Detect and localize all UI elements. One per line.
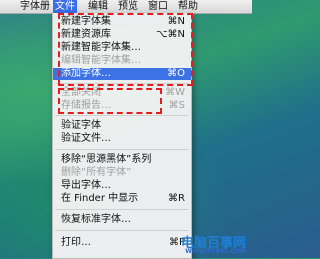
menu-item-restore-standard-fonts[interactable]: 恢复标准字体…	[53, 214, 191, 226]
menu-item-edit-smart-collection: 编辑智能字体集…	[53, 55, 191, 67]
menu-window[interactable]: 窗口	[146, 0, 170, 13]
menu-item-label: 恢复标准字体…	[61, 214, 131, 225]
menu-item-label: 新建字体集	[61, 16, 111, 27]
menu-item-close-all: 全部关闭 ⌘W	[53, 87, 191, 99]
menu-item-label: 验证字体	[61, 120, 101, 131]
menu-separator	[55, 149, 189, 150]
menu-item-label: 全部关闭	[61, 87, 101, 98]
menu-item-label: 存储报告…	[61, 100, 111, 111]
menu-item-label: 打印…	[61, 237, 91, 248]
menu-item-label: 编辑智能字体集…	[61, 55, 141, 66]
menu-item-delete-all-fonts: 删除“所有字体”	[53, 167, 191, 179]
menu-item-label: 新建智能字体集…	[61, 42, 141, 53]
menu-item-export-fonts[interactable]: 导出字体…	[53, 180, 191, 192]
menu-item-shortcut: ⌘O	[167, 68, 185, 79]
menu-item-validate-file[interactable]: 验证文件…	[53, 133, 191, 145]
menu-item-label: 移除“思源黑体”系列	[61, 154, 152, 165]
menu-bar: 字体册 文件 编辑 预览 窗口 帮助	[0, 0, 252, 14]
file-menu-dropdown: 新建字体集 ⌘N 新建资源库 ⌥⌘N 新建智能字体集… 编辑智能字体集… 添加字…	[52, 13, 192, 259]
site-watermark: 电脑百事网 WWW.PC841.COM	[176, 232, 246, 256]
menu-item-new-collection[interactable]: 新建字体集 ⌘N	[53, 16, 191, 28]
menu-item-shortcut: ⌥⌘N	[155, 29, 185, 40]
menu-item-label: 在 Finder 中显示	[61, 193, 139, 204]
menu-separator	[55, 83, 189, 84]
menu-preview[interactable]: 预览	[116, 0, 140, 13]
menu-item-label: 删除“所有字体”	[61, 167, 132, 178]
menu-help[interactable]: 帮助	[176, 0, 200, 13]
menu-separator	[55, 209, 189, 210]
menu-item-new-smart-collection[interactable]: 新建智能字体集…	[53, 42, 191, 54]
menu-item-shortcut: ⌘N	[167, 16, 185, 27]
watermark-url: WWW.PC841.COM	[185, 248, 246, 255]
menu-item-label: 新建资源库	[61, 29, 111, 40]
menu-item-save-report: 存储报告… ⌘S	[53, 100, 191, 112]
menu-item-label: 添加字体…	[61, 68, 111, 79]
menu-item-remove-family[interactable]: 移除“思源黑体”系列	[53, 154, 191, 166]
menu-item-print[interactable]: 打印… ⌘P	[53, 237, 191, 249]
menu-item-shortcut: ⌘R	[168, 193, 185, 204]
menu-fontbook[interactable]: 字体册	[18, 0, 52, 13]
menu-item-label: 导出字体…	[61, 180, 111, 191]
menu-separator	[55, 230, 189, 231]
menu-item-label: 验证文件…	[61, 133, 111, 144]
menu-edit[interactable]: 编辑	[86, 0, 110, 13]
menu-item-add-fonts[interactable]: 添加字体… ⌘O	[53, 68, 191, 80]
menu-file[interactable]: 文件	[53, 0, 77, 13]
menu-item-show-in-finder[interactable]: 在 Finder 中显示 ⌘R	[53, 193, 191, 205]
menu-item-shortcut: ⌘W	[165, 87, 185, 98]
menu-item-new-library[interactable]: 新建资源库 ⌥⌘N	[53, 29, 191, 41]
menu-item-validate-fonts[interactable]: 验证字体	[53, 120, 191, 132]
menu-separator	[55, 115, 189, 116]
menu-item-shortcut: ⌘S	[168, 100, 185, 111]
